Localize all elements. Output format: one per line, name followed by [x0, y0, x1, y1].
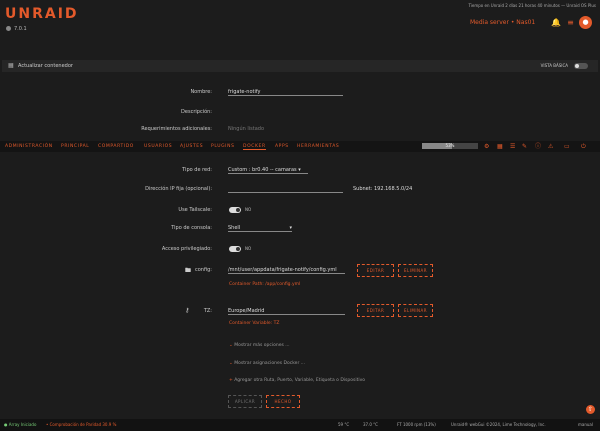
- settings-icon[interactable]: ⚙: [484, 144, 489, 150]
- console-value: Shell: [228, 225, 241, 231]
- feedback-icon[interactable]: ✎: [522, 144, 527, 150]
- show-more-link[interactable]: ⌄ Mostrar más opciones ...: [229, 343, 290, 348]
- temp-1: 59 °C: [338, 422, 350, 427]
- privileged-toggle[interactable]: [229, 246, 241, 252]
- cpu-usage-text: 53%: [445, 143, 455, 148]
- nav-apps[interactable]: APPS: [275, 144, 289, 149]
- name-input[interactable]: frigate-notify: [228, 89, 343, 96]
- fan-speed: FT 1000 rpm (13%): [397, 422, 436, 427]
- nav-compartido[interactable]: COMPARTIDO: [98, 144, 134, 149]
- copyright: Unraid® webGui ©2024, Lime Technology, I…: [451, 422, 546, 427]
- parity-status[interactable]: • Comprobación de Paridad 30.9 %: [46, 422, 116, 427]
- chevron-down-icon: ⌄: [229, 343, 233, 348]
- tailscale-label: Use Tailscale:: [178, 207, 212, 213]
- show-docker-text: Mostrar asignaciones Docker ...: [234, 361, 306, 366]
- cpu-usage-bar: 53%: [422, 143, 478, 149]
- nav-ajustes[interactable]: AJUSTES: [180, 144, 203, 149]
- log-icon[interactable]: ☰: [510, 144, 515, 150]
- menu-icon[interactable]: ≡: [566, 18, 575, 27]
- tz-label: TZ:: [203, 308, 212, 314]
- chevron-down-icon: ▾: [298, 167, 301, 173]
- panel-titlebar: ▦ Actualizar contenedor VISTA BÁSICA: [2, 60, 598, 72]
- array-status-text: Array Iniciado: [8, 422, 37, 427]
- show-docker-link[interactable]: ⌄ Mostrar asignaciones Docker ...: [229, 361, 305, 366]
- show-more-text: Mostrar más opciones ...: [234, 343, 290, 348]
- extra-req-label: Requerimientos adicionales:: [141, 126, 212, 132]
- chevron-down-icon: ▾: [289, 225, 292, 231]
- network-label: Tipo de red:: [182, 167, 212, 173]
- panel-title: Actualizar contenedor: [18, 63, 73, 69]
- config-input[interactable]: /mnt/user/appdata/frigate-notify/config.…: [228, 267, 345, 274]
- server-name[interactable]: Media server • Nas01: [470, 19, 535, 26]
- subnet-text: Subnet: 192.168.5.0/24: [353, 186, 413, 192]
- fixed-ip-label: Dirección IP fija (opcional):: [145, 186, 212, 192]
- add-path-link[interactable]: + Agregar otra Ruta, Puerto, Variable, E…: [229, 378, 365, 383]
- tz-hint: Container Variable: TZ: [229, 321, 280, 326]
- bell-icon[interactable]: 🔔: [551, 18, 561, 27]
- config-hint: Container Path: /app/config.yml: [229, 282, 301, 287]
- version-label: 7.0.1: [6, 26, 27, 32]
- arrow-up-icon[interactable]: ⇧: [586, 405, 595, 414]
- privileged-state: NO: [245, 246, 252, 251]
- tz-remove-button[interactable]: ELIMINAR: [398, 304, 433, 317]
- nav-docker[interactable]: DOCKER: [243, 144, 266, 150]
- privileged-label: Acceso privilegiado:: [161, 246, 212, 252]
- array-status: ● Array Iniciado: [4, 422, 37, 427]
- chevron-down-icon: ⌄: [229, 361, 233, 366]
- nav-usuarios[interactable]: USUARIOS: [144, 144, 172, 149]
- config-edit-button[interactable]: EDITAR: [357, 264, 394, 277]
- tailscale-toggle[interactable]: [229, 207, 241, 213]
- terminal-icon[interactable]: ▦: [497, 144, 503, 150]
- network-select[interactable]: Custom : br0.40 -- camaras ▾: [228, 167, 308, 174]
- console-label: Tipo de consola:: [171, 225, 212, 231]
- power-icon[interactable]: ⏻: [581, 144, 586, 150]
- tailscale-state: NO: [245, 207, 252, 212]
- monitor-icon[interactable]: ▭: [564, 144, 570, 150]
- add-path-text: Agregar otra Ruta, Puerto, Variable, Eti…: [234, 378, 366, 383]
- network-value: Custom : br0.40 -- camaras: [228, 167, 297, 173]
- config-remove-button[interactable]: ELIMINAR: [398, 264, 433, 277]
- temp-2: 37.0 °C: [363, 422, 378, 427]
- name-label: Nombre:: [190, 89, 212, 95]
- plus-icon: +: [229, 378, 233, 383]
- nav-administracion[interactable]: ADMINISTRACIÓN: [5, 144, 53, 149]
- extra-req-value[interactable]: Ningún listado: [228, 126, 264, 132]
- fixed-ip-input[interactable]: [228, 186, 343, 193]
- uptime-text: Tiempo en Unraid 2 días 21 horas 40 minu…: [468, 3, 596, 8]
- description-label: Descripción:: [181, 109, 212, 115]
- avatar[interactable]: ●: [579, 16, 592, 29]
- done-button[interactable]: HECHO: [266, 395, 300, 408]
- config-label: config:: [195, 267, 212, 273]
- basic-view-toggle[interactable]: [574, 63, 588, 69]
- bug-icon[interactable]: ⚠: [548, 144, 553, 150]
- nav-herramientas[interactable]: HERRAMIENTAS: [297, 144, 339, 149]
- footer: ● Array Iniciado • Comprobación de Parid…: [0, 419, 600, 431]
- info-icon[interactable]: ⓘ: [535, 144, 541, 150]
- apply-button[interactable]: APLICAR: [228, 395, 262, 408]
- console-select[interactable]: Shell ▾: [228, 225, 292, 232]
- manual-link[interactable]: manual: [578, 422, 593, 427]
- nav-principal[interactable]: PRINCIPAL: [61, 144, 89, 149]
- version-text: 7.0.1: [14, 26, 27, 32]
- status-dot-icon: [6, 26, 11, 31]
- grid-icon: ▦: [8, 62, 14, 69]
- tz-input[interactable]: Europe/Madrid: [228, 308, 345, 315]
- logo[interactable]: UNRAID: [5, 6, 79, 22]
- basic-view-label: VISTA BÁSICA: [540, 63, 568, 68]
- nav-plugins[interactable]: PLUGINS: [211, 144, 235, 149]
- tz-edit-button[interactable]: EDITAR: [357, 304, 394, 317]
- parity-text: Comprobación de Paridad 30.9 %: [49, 422, 117, 427]
